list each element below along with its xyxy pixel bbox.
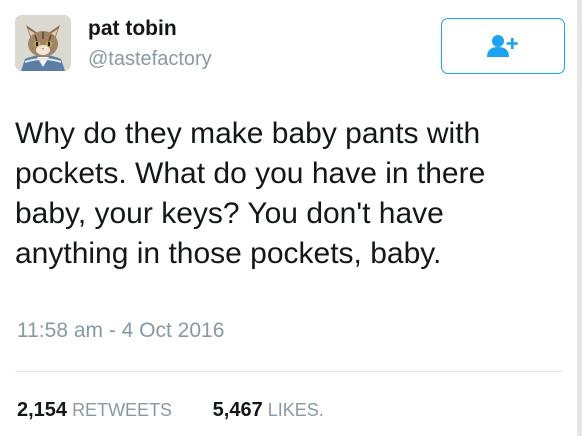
likes-count: 5,467 [212, 399, 263, 421]
likes-stat[interactable]: 5,467 LIKES. [213, 397, 324, 423]
tweet-text: Why do they make baby pants with pockets… [15, 117, 486, 270]
add-user-icon [487, 35, 518, 57]
display-name[interactable]: pat tobin [88, 16, 177, 42]
retweets-label: RETWEETS [72, 400, 173, 420]
likes-label: LIKES. [267, 400, 324, 420]
divider [15, 371, 562, 372]
retweets-count: 2,154 [17, 399, 68, 421]
scroll-edge [577, 0, 582, 436]
tweet-timestamp[interactable]: 11:58 am - 4 Oct 2016 [17, 318, 224, 344]
user-handle[interactable]: @tastefactory [88, 47, 212, 71]
follow-button[interactable] [441, 18, 565, 74]
tweet-card: pat tobin @tastefactory Why do they make… [0, 0, 582, 436]
cat-avatar-icon[interactable] [15, 15, 71, 71]
retweets-stat[interactable]: 2,154 RETWEETS [17, 397, 172, 423]
tweet-stats: 2,154 RETWEETS 5,467 LIKES. [17, 397, 359, 423]
